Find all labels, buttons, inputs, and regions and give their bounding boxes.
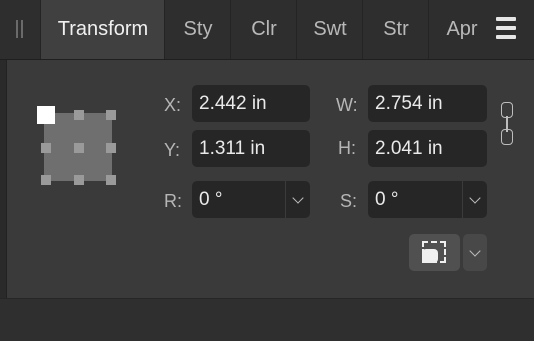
transform-panel: Transform Sty Clr Swt Str Apr X: 2.442 i…	[0, 0, 534, 341]
w-label: W:	[336, 95, 358, 115]
anchor-middle-right[interactable]	[106, 143, 116, 153]
s-label: S:	[340, 191, 358, 211]
r-label: R:	[164, 191, 182, 211]
anchor-bottom-right[interactable]	[106, 175, 116, 185]
anchor-bottom-center[interactable]	[74, 175, 84, 185]
w-field[interactable]: 2.754 in	[368, 85, 487, 122]
transform-origin-icon	[422, 249, 438, 263]
tab-transform[interactable]: Transform	[40, 0, 165, 59]
anchor-bottom-left[interactable]	[41, 175, 51, 185]
shear-field[interactable]: 0 °	[368, 181, 487, 218]
anchor-middle-left[interactable]	[41, 143, 51, 153]
tab-swatches[interactable]: Swt	[296, 0, 363, 59]
transform-options-dropdown[interactable]	[463, 234, 487, 271]
anchor-center[interactable]	[74, 143, 84, 153]
tab-style[interactable]: Sty	[164, 0, 231, 59]
tab-color[interactable]: Clr	[230, 0, 297, 59]
h-field[interactable]: 2.041 in	[368, 130, 487, 167]
x-field[interactable]: 2.442 in	[192, 85, 310, 122]
chevron-down-icon	[469, 244, 481, 257]
y-label: Y:	[164, 140, 181, 160]
tab-appearance[interactable]: Apr	[428, 0, 495, 59]
x-label: X:	[164, 95, 182, 115]
transform-origin-button[interactable]	[409, 234, 460, 271]
grip-icon[interactable]	[14, 20, 26, 40]
link-aspect-icon[interactable]	[498, 102, 518, 146]
panel-footer	[0, 298, 534, 341]
chevron-down-icon[interactable]	[285, 181, 310, 218]
h-label: H:	[338, 138, 356, 158]
anchor-top-right[interactable]	[106, 110, 116, 120]
panel-tab-bar: Transform Sty Clr Swt Str Apr	[0, 0, 534, 60]
rotation-field[interactable]: 0 °	[192, 181, 310, 218]
rotation-value: 0 °	[199, 188, 223, 210]
y-field[interactable]: 1.311 in	[192, 130, 310, 167]
anchor-point-selector[interactable]	[34, 103, 124, 193]
chevron-down-icon[interactable]	[462, 181, 487, 218]
shear-value: 0 °	[375, 188, 399, 210]
anchor-top-center[interactable]	[74, 110, 84, 120]
anchor-top-left[interactable]	[37, 106, 55, 124]
hamburger-menu-icon[interactable]	[494, 17, 522, 39]
tab-stroke[interactable]: Str	[362, 0, 429, 59]
